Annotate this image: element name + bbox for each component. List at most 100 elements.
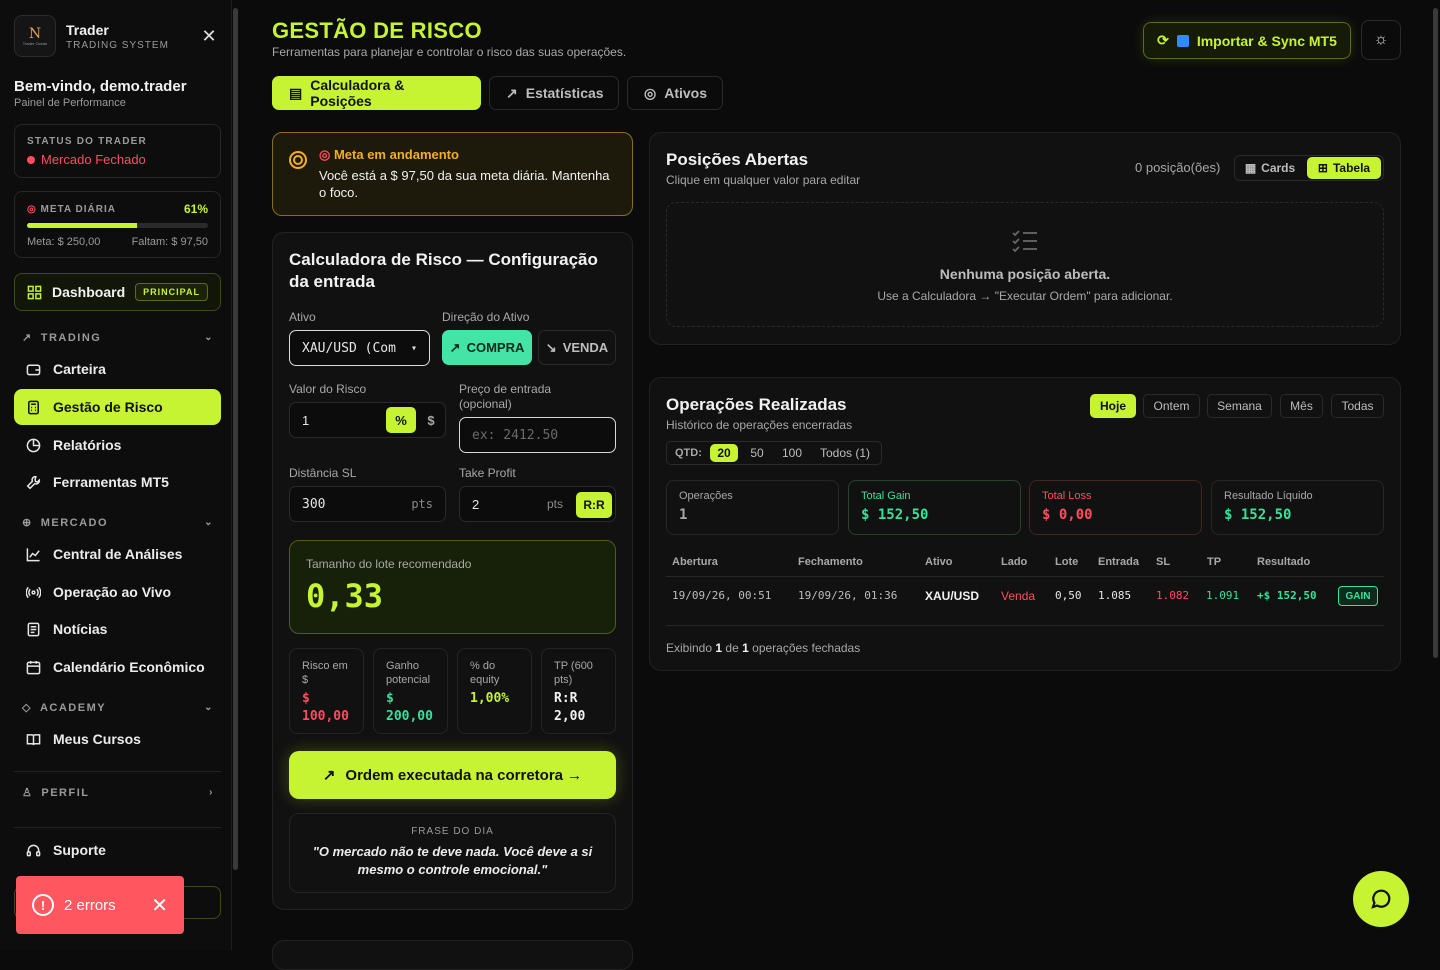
logo-row: N Trader Ocean Trader TRADING SYSTEM ✕ xyxy=(14,14,220,58)
cell-fechamento: 19/09/26, 01:36 xyxy=(798,589,898,602)
period-semana[interactable]: Semana xyxy=(1207,394,1272,418)
daily-goal-label: META DIÁRIA xyxy=(40,203,116,215)
risk-dollar-card: Risco em $ $ 100,00 xyxy=(289,648,364,734)
page-scrollbar[interactable] xyxy=(1433,8,1438,658)
qtd-20[interactable]: 20 xyxy=(710,444,738,462)
venda-button[interactable]: ↘ VENDA xyxy=(538,330,616,365)
cell-ativo: XAU/USD xyxy=(925,589,980,603)
operations-title: Operações Realizadas xyxy=(666,395,847,414)
calculator-icon xyxy=(28,400,39,414)
daily-goal-footer: Meta: $ 250,00 Faltam: $ 97,50 xyxy=(27,236,208,248)
nav-aovivo-label: Operação ao Vivo xyxy=(53,584,172,600)
execute-order-button[interactable]: ↗ Ordem executada na corretora → xyxy=(289,751,616,799)
sl-input[interactable]: 300 pts xyxy=(289,486,446,522)
trend-up-icon: ↗ xyxy=(322,767,336,784)
nav-calendario[interactable]: Calendário Econômico xyxy=(14,649,221,685)
entrada-label: Preço de entrada (opcional) xyxy=(459,382,552,411)
logo[interactable]: N Trader Ocean xyxy=(14,15,56,57)
nav-ferramentas-mt5[interactable]: Ferramentas MT5 xyxy=(14,464,221,500)
logo-text: Trader Ocean xyxy=(22,40,48,46)
trend-icon: ↗ xyxy=(22,332,33,344)
nav-relatorios-label: Relatórios xyxy=(53,437,122,453)
trader-status-card: STATUS DO TRADER Mercado Fechado xyxy=(14,124,221,178)
nav-suporte[interactable]: Suporte xyxy=(14,832,221,868)
tab-estatisticas[interactable]: ↗ Estatísticas xyxy=(489,76,619,110)
nav-ferramentas-label: Ferramentas MT5 xyxy=(53,474,169,490)
nav-central-analises[interactable]: Central de Análises xyxy=(14,536,221,572)
sl-unit: pts xyxy=(411,497,433,511)
chat-button[interactable] xyxy=(1353,871,1409,927)
close-icon[interactable]: ✕ xyxy=(198,25,220,47)
section-perfil[interactable]: ♙ PERFIL › xyxy=(22,786,214,800)
period-ontem[interactable]: Ontem xyxy=(1143,394,1200,418)
tab-calculadora[interactable]: ▤ Calculadora & Posições xyxy=(272,76,481,110)
section-mercado[interactable]: ⊕ MERCADO ⌄ xyxy=(22,516,214,530)
col-lado[interactable]: Lado xyxy=(1001,556,1027,568)
chat-icon xyxy=(1371,889,1391,909)
cell-tp: 1.091 xyxy=(1206,589,1240,602)
percent-toggle[interactable]: % xyxy=(386,407,416,433)
operations-footer: Exibindo 1 de 1 operações fechadas xyxy=(666,641,860,655)
dollar-toggle[interactable]: $ xyxy=(420,407,442,433)
broadcast-icon xyxy=(26,586,41,598)
ativo-select[interactable]: XAU/USD (Com ▾ xyxy=(289,330,430,366)
qtd-todos[interactable]: Todos (1) xyxy=(813,444,877,462)
col-resultado[interactable]: Resultado xyxy=(1257,556,1310,568)
period-hoje[interactable]: Hoje xyxy=(1090,394,1136,418)
section-trading[interactable]: ↗ TRADING ⌄ xyxy=(22,331,214,345)
rr-toggle[interactable]: R:R xyxy=(576,492,612,518)
qtd-50[interactable]: 50 xyxy=(743,444,771,462)
nav-noticias[interactable]: Notícias xyxy=(14,611,221,647)
col-abertura[interactable]: Abertura xyxy=(672,556,718,568)
col-ativo[interactable]: Ativo xyxy=(925,556,953,568)
entrada-input[interactable]: ex: 2412.50 xyxy=(459,417,616,453)
page-subtitle: Ferramentas para planejar e controlar o … xyxy=(272,45,627,59)
period-todas[interactable]: Todas xyxy=(1331,394,1384,418)
nav-analises-label: Central de Análises xyxy=(53,546,183,562)
nav-gestao-risco[interactable]: Gestão de Risco xyxy=(14,389,221,425)
nav-meus-cursos[interactable]: Meus Cursos xyxy=(14,721,221,757)
stat-value: 1 xyxy=(679,507,688,523)
mini-value: $ 200,00 xyxy=(386,691,433,724)
qtd-100[interactable]: 100 xyxy=(776,444,808,462)
book-icon xyxy=(26,733,41,745)
dart-icon: ◎ xyxy=(319,147,331,162)
col-entrada[interactable]: Entrada xyxy=(1098,556,1139,568)
section-trading-label: TRADING xyxy=(40,331,102,344)
sidebar-divider xyxy=(14,827,221,828)
mini-label: % do equity xyxy=(470,660,500,686)
empty-title: Nenhuma posição aberta. xyxy=(939,266,1111,282)
welcome-subtitle: Painel de Performance xyxy=(14,97,126,109)
view-cards-label: Cards xyxy=(1261,161,1296,175)
compra-button[interactable]: ↗ COMPRA xyxy=(442,330,532,365)
view-cards-button[interactable]: ▦ Cards xyxy=(1238,157,1302,179)
nav-carteira[interactable]: Carteira xyxy=(14,351,221,387)
daily-goal-target: Meta: $ 250,00 xyxy=(27,236,101,248)
nav-operacao-ao-vivo[interactable]: Operação ao Vivo xyxy=(14,574,221,610)
operations-header: Operações Realizadas Histórico de operaç… xyxy=(666,395,852,432)
view-table-button[interactable]: ⊞ Tabela xyxy=(1307,157,1381,179)
brand-name: Trader xyxy=(66,21,109,38)
sun-icon[interactable]: ☼ xyxy=(1361,20,1401,60)
period-mes[interactable]: Mês xyxy=(1280,394,1323,418)
lot-size-label: Tamanho do lote recomendado xyxy=(306,557,472,571)
cell-sl: 1.082 xyxy=(1156,589,1190,602)
close-icon[interactable]: ✕ xyxy=(151,893,168,918)
error-toast[interactable]: ! 2 errors ✕ xyxy=(16,876,184,934)
nav-relatorios[interactable]: Relatórios xyxy=(14,427,221,463)
sidebar-scrollbar[interactable] xyxy=(233,8,238,870)
section-academy[interactable]: ◇ ACADEMY ⌄ xyxy=(22,701,214,715)
col-lote[interactable]: Lote xyxy=(1055,556,1078,568)
pie-chart-icon xyxy=(26,438,41,452)
col-tp[interactable]: TP xyxy=(1207,556,1221,568)
import-sync-mt5-button[interactable]: ⟳ Importar & Sync MT5 xyxy=(1143,22,1351,59)
cell-entrada: 1.085 xyxy=(1098,589,1132,602)
quote-card: FRASE DO DIA "O mercado não te deve nada… xyxy=(289,813,616,893)
col-fechamento[interactable]: Fechamento xyxy=(798,556,863,568)
col-sl[interactable]: SL xyxy=(1156,556,1170,568)
line-chart-icon xyxy=(26,547,40,561)
nav-dashboard[interactable]: Dashboard PRINCIPAL xyxy=(14,273,221,311)
tab-ativos[interactable]: ◎ Ativos xyxy=(627,76,723,110)
graduation-icon: ◇ xyxy=(22,702,32,714)
nav-suporte-label: Suporte xyxy=(53,842,106,858)
